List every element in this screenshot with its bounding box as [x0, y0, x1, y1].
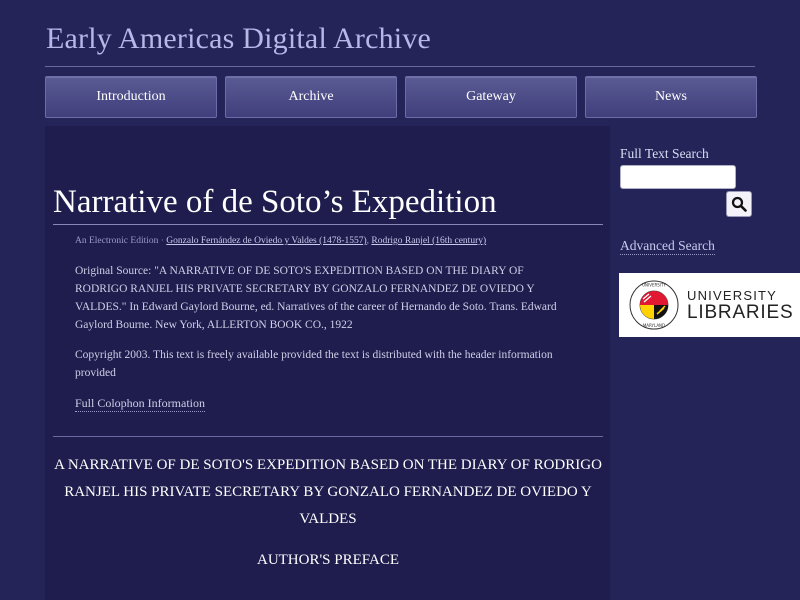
nav-gateway[interactable]: Gateway [405, 76, 577, 118]
search-label: Full Text Search [620, 146, 709, 161]
preface-heading: AUTHOR'S PREFACE [256, 552, 400, 568]
title-divider [45, 66, 755, 67]
title-underline [53, 224, 603, 225]
svg-text:MARYLAND: MARYLAND [643, 323, 665, 328]
nav-news[interactable]: News [585, 76, 757, 118]
document-title: Narrative of de Soto’s Expedition [53, 184, 497, 220]
umd-seal-icon: UNIVERSITY MARYLAND [629, 280, 679, 330]
search-input[interactable] [620, 165, 736, 189]
narrative-heading: A NARRATIVE OF DE SOTO'S EXPEDITION BASE… [54, 457, 602, 527]
university-libraries-logo[interactable]: UNIVERSITY MARYLAND UNIVERSITY LIBRARIES [619, 273, 800, 337]
nav-archive[interactable]: Archive [225, 76, 397, 118]
original-source: Original Source: "A NARRATIVE OF DE SOTO… [75, 265, 557, 331]
byline-comma: , [366, 236, 369, 246]
search-button[interactable] [726, 191, 752, 217]
advanced-search-link[interactable]: Advanced Search [620, 238, 715, 255]
colophon-link[interactable]: Full Colophon Information [75, 396, 205, 412]
main-nav: Introduction Archive Gateway News [45, 76, 757, 118]
logo-university-text: UNIVERSITY [687, 287, 778, 303]
site-title[interactable]: Early Americas Digital Archive [46, 22, 431, 56]
author-ranjel-link[interactable]: Rodrigo Ranjel (16th century) [371, 236, 486, 246]
svg-text:UNIVERSITY: UNIVERSITY [642, 283, 666, 288]
byline: An Electronic Edition · Gonzalo Fernánde… [75, 236, 486, 246]
main-content: Narrative of de Soto’s Expedition An Ele… [45, 126, 610, 600]
edition-label: An Electronic Edition [75, 236, 159, 246]
nav-introduction[interactable]: Introduction [45, 76, 217, 118]
magnifier-icon [731, 196, 747, 212]
copyright-notice: Copyright 2003. This text is freely avai… [75, 349, 553, 379]
author-oviedo-link[interactable]: Gonzalo Fernández de Oviedo y Valdes (14… [166, 236, 366, 246]
content-divider [53, 436, 603, 437]
byline-separator: · [160, 236, 164, 246]
logo-libraries-text: LIBRARIES [687, 301, 794, 323]
